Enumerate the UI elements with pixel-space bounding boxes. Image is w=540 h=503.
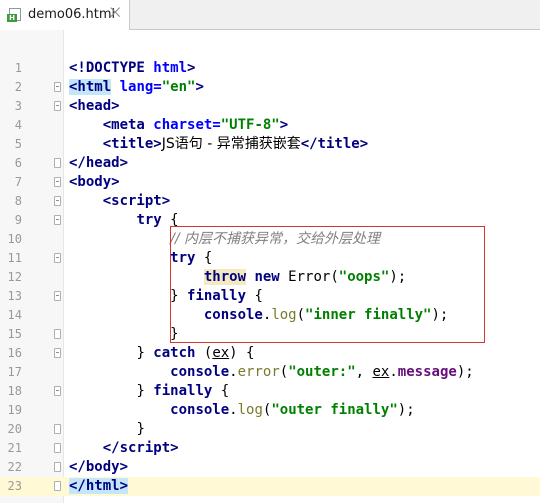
line-number: 2 [14, 80, 22, 94]
fold-toggle-icon[interactable] [54, 101, 61, 111]
line-number: 14 [7, 308, 22, 322]
code-text: try { [170, 250, 213, 266]
line-number: 11 [7, 251, 22, 265]
code-line: 13 } finally { [0, 287, 540, 306]
code-text: <!DOCTYPE html> [69, 60, 196, 76]
fold-toggle-icon[interactable] [54, 291, 61, 301]
code-text: <html lang="en"> [69, 79, 204, 95]
line-number: 12 [7, 270, 22, 284]
line-number: 17 [7, 365, 22, 379]
code-line: 22 </body> [0, 458, 540, 477]
code-line: 8 <script> [0, 192, 540, 211]
line-number: 18 [7, 384, 22, 398]
code-editor[interactable]: 1 <!DOCTYPE html> 2 <html lang="en"> 3 <… [0, 59, 540, 496]
line-number: 6 [14, 156, 22, 170]
tab-demo06-html[interactable]: H demo06.html ⨉ [0, 0, 130, 30]
code-text: console.log("inner finally"); [203, 307, 449, 323]
code-line: 4 <meta charset="UTF-8"> [0, 116, 540, 135]
line-number: 23 [7, 479, 22, 493]
code-text: } finally { [136, 383, 230, 399]
code-text: console.error("outer:", ex.message); [170, 364, 474, 380]
code-line: 21 </script> [0, 439, 540, 458]
code-line: 14 console.log("inner finally"); [0, 306, 540, 325]
line-number: 5 [14, 137, 22, 151]
html-file-icon: H [7, 8, 21, 22]
code-line: 9 try { [0, 211, 540, 230]
fold-end-icon[interactable] [54, 481, 61, 491]
code-text: throw new Error("oops"); [203, 269, 407, 285]
code-text: // 内层不捕获异常，交给外层处理 [170, 231, 381, 247]
code-text: </script> [102, 440, 179, 456]
line-number: 19 [7, 403, 22, 417]
fold-toggle-icon[interactable] [54, 215, 61, 225]
fold-toggle-icon[interactable] [54, 82, 61, 92]
line-number: 13 [7, 289, 22, 303]
code-text: <body> [69, 174, 120, 190]
editor-tab-bar: H demo06.html ⨉ [0, 0, 540, 30]
code-line: 7 <body> [0, 173, 540, 192]
code-line: 12 throw new Error("oops"); [0, 268, 540, 287]
code-line: 2 <html lang="en"> [0, 78, 540, 97]
code-line: 15 } [0, 325, 540, 344]
code-line: 10 // 内层不捕获异常，交给外层处理 [0, 230, 540, 249]
fold-end-icon[interactable] [54, 424, 61, 434]
line-number: 21 [7, 441, 22, 455]
fold-toggle-icon[interactable] [54, 196, 61, 206]
line-number: 9 [14, 213, 22, 227]
close-icon[interactable]: ⨉ [110, 6, 120, 21]
code-line: 20 } [0, 420, 540, 439]
line-number: 10 [7, 232, 22, 246]
code-text: try { [136, 212, 179, 228]
code-text: } [170, 326, 179, 342]
code-text: </html> [69, 478, 129, 494]
code-text: <meta charset="UTF-8"> [102, 117, 289, 133]
line-number: 3 [14, 99, 22, 113]
code-text: <script> [102, 193, 171, 209]
code-line: 1 <!DOCTYPE html> [0, 59, 540, 78]
code-line: 11 try { [0, 249, 540, 268]
line-number: 8 [14, 194, 22, 208]
code-line: 5 <title>JS语句 - 异常捕获嵌套</title> [0, 135, 540, 154]
line-number: 15 [7, 327, 22, 341]
code-text: <title>JS语句 - 异常捕获嵌套</title> [102, 136, 369, 152]
code-line: 16 } catch (ex) { [0, 344, 540, 363]
fold-end-icon[interactable] [54, 462, 61, 472]
code-text: <head> [69, 98, 120, 114]
code-line: 3 <head> [0, 97, 540, 116]
code-text: } catch (ex) { [136, 345, 255, 361]
fold-toggle-icon[interactable] [54, 348, 61, 358]
code-line: 19 console.log("outer finally"); [0, 401, 540, 420]
fold-end-icon[interactable] [54, 329, 61, 339]
code-line: 18 } finally { [0, 382, 540, 401]
line-number: 16 [7, 346, 22, 360]
code-line-current: 23 </html> [0, 477, 540, 496]
line-number: 20 [7, 422, 22, 436]
html-file-badge: H [7, 14, 17, 22]
code-text: } finally { [170, 288, 263, 304]
line-number: 22 [7, 460, 22, 474]
line-number: 7 [14, 175, 22, 189]
fold-end-icon[interactable] [54, 158, 61, 168]
code-text: </body> [69, 459, 129, 475]
code-text: </head> [69, 155, 129, 171]
fold-toggle-icon[interactable] [54, 253, 61, 263]
fold-toggle-icon[interactable] [54, 386, 61, 396]
code-line: 17 console.error("outer:", ex.message); [0, 363, 540, 382]
code-text: console.log("outer finally"); [170, 402, 415, 418]
fold-toggle-icon[interactable] [54, 177, 61, 187]
line-number: 1 [14, 61, 22, 75]
line-number: 4 [14, 118, 22, 132]
fold-end-icon[interactable] [54, 443, 61, 453]
code-text: } [136, 421, 145, 437]
code-line: 6 </head> [0, 154, 540, 173]
tab-title: demo06.html [28, 7, 116, 22]
